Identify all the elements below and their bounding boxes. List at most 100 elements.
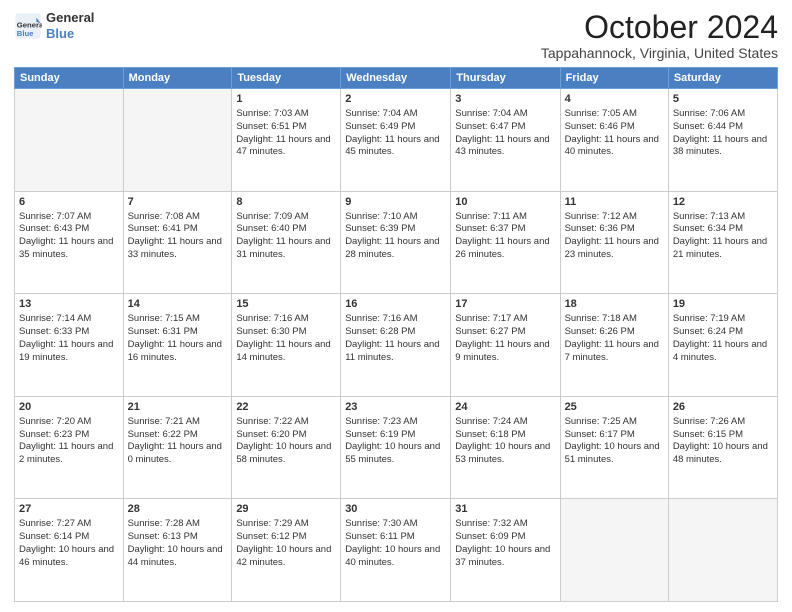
calendar-day-cell: [123, 89, 232, 192]
col-saturday: Saturday: [668, 68, 777, 89]
calendar-day-cell: 9Sunrise: 7:10 AM Sunset: 6:39 PM Daylig…: [341, 191, 451, 294]
title-block: October 2024 Tappahannock, Virginia, Uni…: [541, 10, 778, 61]
calendar-day-cell: 15Sunrise: 7:16 AM Sunset: 6:30 PM Dayli…: [232, 294, 341, 397]
calendar-day-cell: 31Sunrise: 7:32 AM Sunset: 6:09 PM Dayli…: [451, 499, 560, 602]
day-info: Sunrise: 7:23 AM Sunset: 6:19 PM Dayligh…: [345, 416, 446, 467]
subtitle: Tappahannock, Virginia, United States: [541, 45, 778, 61]
day-number: 11: [565, 195, 664, 210]
day-info: Sunrise: 7:08 AM Sunset: 6:41 PM Dayligh…: [128, 211, 228, 262]
day-number: 23: [345, 400, 446, 415]
day-number: 9: [345, 195, 446, 210]
day-info: Sunrise: 7:29 AM Sunset: 6:12 PM Dayligh…: [236, 518, 336, 569]
calendar-day-cell: 16Sunrise: 7:16 AM Sunset: 6:28 PM Dayli…: [341, 294, 451, 397]
calendar-day-cell: 30Sunrise: 7:30 AM Sunset: 6:11 PM Dayli…: [341, 499, 451, 602]
day-info: Sunrise: 7:22 AM Sunset: 6:20 PM Dayligh…: [236, 416, 336, 467]
day-info: Sunrise: 7:06 AM Sunset: 6:44 PM Dayligh…: [673, 108, 773, 159]
day-number: 15: [236, 297, 336, 312]
day-number: 16: [345, 297, 446, 312]
day-info: Sunrise: 7:18 AM Sunset: 6:26 PM Dayligh…: [565, 313, 664, 364]
day-number: 5: [673, 92, 773, 107]
day-number: 3: [455, 92, 555, 107]
day-number: 14: [128, 297, 228, 312]
header: General Blue General Blue October 2024 T…: [14, 10, 778, 61]
day-number: 19: [673, 297, 773, 312]
day-number: 1: [236, 92, 336, 107]
day-number: 29: [236, 502, 336, 517]
day-info: Sunrise: 7:28 AM Sunset: 6:13 PM Dayligh…: [128, 518, 228, 569]
day-number: 20: [19, 400, 119, 415]
day-number: 7: [128, 195, 228, 210]
day-number: 28: [128, 502, 228, 517]
calendar-day-cell: 1Sunrise: 7:03 AM Sunset: 6:51 PM Daylig…: [232, 89, 341, 192]
calendar-day-cell: 27Sunrise: 7:27 AM Sunset: 6:14 PM Dayli…: [15, 499, 124, 602]
day-number: 27: [19, 502, 119, 517]
day-info: Sunrise: 7:25 AM Sunset: 6:17 PM Dayligh…: [565, 416, 664, 467]
calendar-day-cell: 4Sunrise: 7:05 AM Sunset: 6:46 PM Daylig…: [560, 89, 668, 192]
day-number: 24: [455, 400, 555, 415]
day-number: 25: [565, 400, 664, 415]
day-info: Sunrise: 7:07 AM Sunset: 6:43 PM Dayligh…: [19, 211, 119, 262]
calendar-day-cell: [15, 89, 124, 192]
day-info: Sunrise: 7:17 AM Sunset: 6:27 PM Dayligh…: [455, 313, 555, 364]
calendar-day-cell: 8Sunrise: 7:09 AM Sunset: 6:40 PM Daylig…: [232, 191, 341, 294]
day-info: Sunrise: 7:09 AM Sunset: 6:40 PM Dayligh…: [236, 211, 336, 262]
day-info: Sunrise: 7:13 AM Sunset: 6:34 PM Dayligh…: [673, 211, 773, 262]
day-number: 21: [128, 400, 228, 415]
calendar-week-row: 6Sunrise: 7:07 AM Sunset: 6:43 PM Daylig…: [15, 191, 778, 294]
calendar-day-cell: [560, 499, 668, 602]
day-info: Sunrise: 7:12 AM Sunset: 6:36 PM Dayligh…: [565, 211, 664, 262]
day-number: 17: [455, 297, 555, 312]
day-info: Sunrise: 7:26 AM Sunset: 6:15 PM Dayligh…: [673, 416, 773, 467]
day-info: Sunrise: 7:20 AM Sunset: 6:23 PM Dayligh…: [19, 416, 119, 467]
calendar-day-cell: 6Sunrise: 7:07 AM Sunset: 6:43 PM Daylig…: [15, 191, 124, 294]
col-friday: Friday: [560, 68, 668, 89]
calendar-day-cell: 25Sunrise: 7:25 AM Sunset: 6:17 PM Dayli…: [560, 396, 668, 499]
calendar-day-cell: 13Sunrise: 7:14 AM Sunset: 6:33 PM Dayli…: [15, 294, 124, 397]
logo-text: General Blue: [46, 10, 94, 41]
calendar-week-row: 1Sunrise: 7:03 AM Sunset: 6:51 PM Daylig…: [15, 89, 778, 192]
calendar-day-cell: 20Sunrise: 7:20 AM Sunset: 6:23 PM Dayli…: [15, 396, 124, 499]
calendar-day-cell: 23Sunrise: 7:23 AM Sunset: 6:19 PM Dayli…: [341, 396, 451, 499]
col-monday: Monday: [123, 68, 232, 89]
day-info: Sunrise: 7:19 AM Sunset: 6:24 PM Dayligh…: [673, 313, 773, 364]
day-info: Sunrise: 7:14 AM Sunset: 6:33 PM Dayligh…: [19, 313, 119, 364]
calendar-day-cell: 2Sunrise: 7:04 AM Sunset: 6:49 PM Daylig…: [341, 89, 451, 192]
main-title: October 2024: [541, 10, 778, 45]
logo-icon: General Blue: [14, 12, 42, 40]
calendar-day-cell: 26Sunrise: 7:26 AM Sunset: 6:15 PM Dayli…: [668, 396, 777, 499]
day-number: 26: [673, 400, 773, 415]
day-number: 31: [455, 502, 555, 517]
calendar-header-row: Sunday Monday Tuesday Wednesday Thursday…: [15, 68, 778, 89]
logo-line2: Blue: [46, 26, 94, 42]
day-number: 18: [565, 297, 664, 312]
svg-text:Blue: Blue: [17, 28, 34, 37]
day-number: 12: [673, 195, 773, 210]
day-info: Sunrise: 7:11 AM Sunset: 6:37 PM Dayligh…: [455, 211, 555, 262]
day-info: Sunrise: 7:32 AM Sunset: 6:09 PM Dayligh…: [455, 518, 555, 569]
day-number: 4: [565, 92, 664, 107]
col-wednesday: Wednesday: [341, 68, 451, 89]
calendar-day-cell: [668, 499, 777, 602]
day-info: Sunrise: 7:10 AM Sunset: 6:39 PM Dayligh…: [345, 211, 446, 262]
calendar-day-cell: 19Sunrise: 7:19 AM Sunset: 6:24 PM Dayli…: [668, 294, 777, 397]
calendar-day-cell: 17Sunrise: 7:17 AM Sunset: 6:27 PM Dayli…: [451, 294, 560, 397]
calendar-day-cell: 18Sunrise: 7:18 AM Sunset: 6:26 PM Dayli…: [560, 294, 668, 397]
day-info: Sunrise: 7:16 AM Sunset: 6:28 PM Dayligh…: [345, 313, 446, 364]
calendar-day-cell: 14Sunrise: 7:15 AM Sunset: 6:31 PM Dayli…: [123, 294, 232, 397]
day-info: Sunrise: 7:04 AM Sunset: 6:49 PM Dayligh…: [345, 108, 446, 159]
calendar-day-cell: 10Sunrise: 7:11 AM Sunset: 6:37 PM Dayli…: [451, 191, 560, 294]
calendar-week-row: 27Sunrise: 7:27 AM Sunset: 6:14 PM Dayli…: [15, 499, 778, 602]
day-info: Sunrise: 7:24 AM Sunset: 6:18 PM Dayligh…: [455, 416, 555, 467]
day-number: 30: [345, 502, 446, 517]
calendar-day-cell: 29Sunrise: 7:29 AM Sunset: 6:12 PM Dayli…: [232, 499, 341, 602]
calendar-day-cell: 28Sunrise: 7:28 AM Sunset: 6:13 PM Dayli…: [123, 499, 232, 602]
calendar-table: Sunday Monday Tuesday Wednesday Thursday…: [14, 67, 778, 602]
day-number: 6: [19, 195, 119, 210]
day-info: Sunrise: 7:27 AM Sunset: 6:14 PM Dayligh…: [19, 518, 119, 569]
col-sunday: Sunday: [15, 68, 124, 89]
calendar-day-cell: 7Sunrise: 7:08 AM Sunset: 6:41 PM Daylig…: [123, 191, 232, 294]
col-tuesday: Tuesday: [232, 68, 341, 89]
day-info: Sunrise: 7:05 AM Sunset: 6:46 PM Dayligh…: [565, 108, 664, 159]
calendar-day-cell: 21Sunrise: 7:21 AM Sunset: 6:22 PM Dayli…: [123, 396, 232, 499]
day-number: 2: [345, 92, 446, 107]
